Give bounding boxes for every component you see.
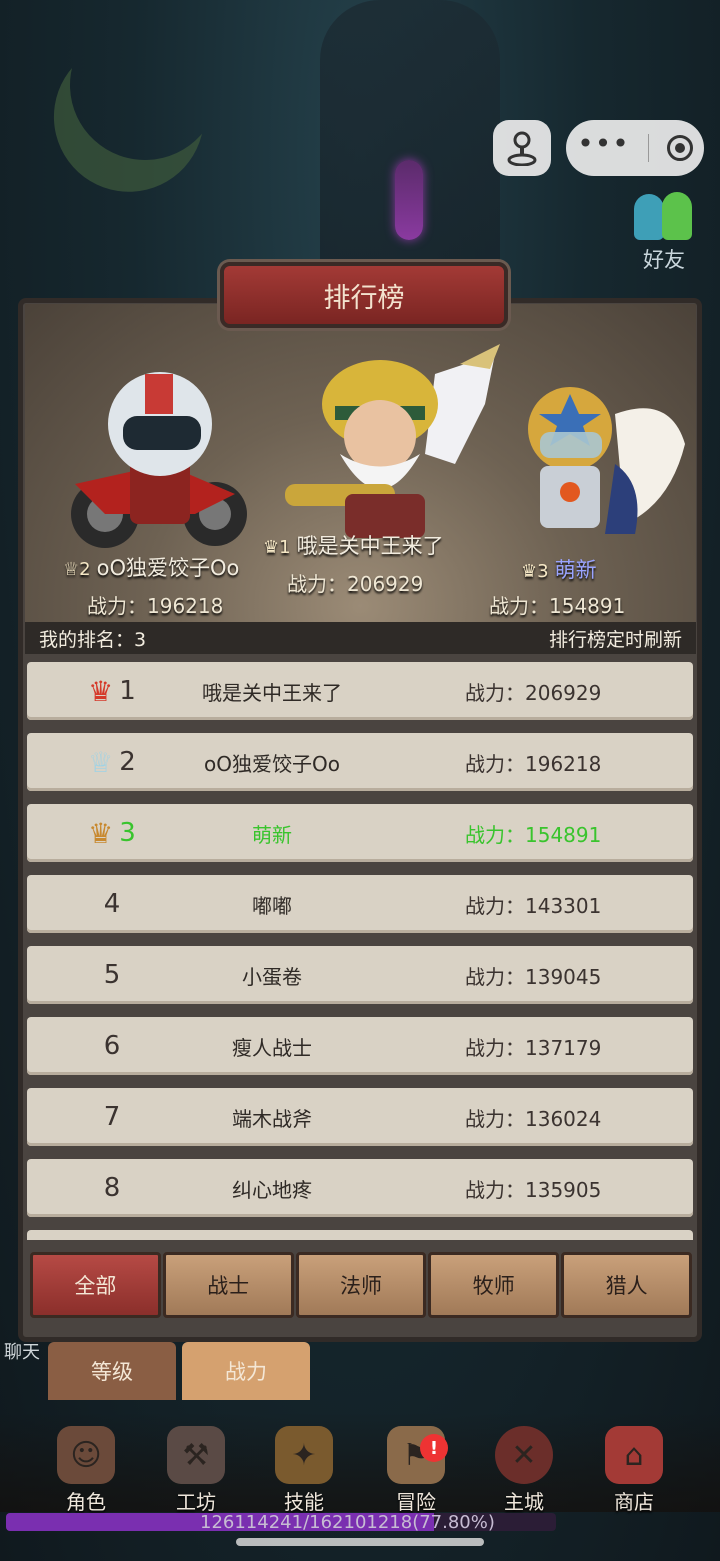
player-name: oO独爱饺子Oo: [204, 751, 340, 776]
sort-by-level[interactable]: 等级: [48, 1342, 176, 1400]
podium-third-name: ♛3 萌新: [521, 558, 597, 582]
moon-decoration: [45, 0, 244, 185]
player-power: 战力：206929: [465, 680, 602, 705]
third-place-character: [528, 387, 685, 534]
nav-shop[interactable]: ⌂ 商店: [584, 1412, 684, 1514]
rank-cell: 5: [103, 960, 121, 990]
crossed-swords-icon: ✕: [495, 1426, 553, 1484]
table-row[interactable]: ♛ 1 哦是关中王来了 战力：206929: [27, 662, 693, 720]
second-place-character: [71, 372, 247, 548]
table-row-partial[interactable]: [27, 1230, 693, 1240]
refresh-note: 排行榜定时刷新: [548, 628, 682, 651]
podium-second-power: 战力：196218: [87, 594, 224, 618]
tab-all[interactable]: 全部: [30, 1252, 161, 1318]
sort-tabs: 等级 战力: [48, 1342, 316, 1400]
sort-by-power[interactable]: 战力: [182, 1342, 310, 1400]
tab-hunter[interactable]: 猎人: [561, 1252, 692, 1318]
panel-title: 排行榜: [220, 262, 508, 328]
skill-book-icon: ✦: [275, 1426, 333, 1484]
class-tabs: 全部 战士 法师 牧师 猎人: [30, 1252, 692, 1318]
bottom-nav: ☺ 角色 ⚒ 工坊 ✦ 技能 ⚑ ! 冒险 ✕ 主城 ⌂ 商店: [0, 1412, 720, 1514]
my-rank-label: 我的排名：3: [39, 628, 147, 651]
silver-crown-icon: ♕2: [63, 559, 91, 580]
player-name: 嘟嘟: [252, 893, 292, 918]
player-name: 小蛋卷: [242, 964, 302, 989]
table-row[interactable]: 7 端木战斧 战力：136024: [27, 1088, 693, 1146]
rank-cell: 6: [103, 1031, 121, 1061]
bronze-crown-icon: ♛3: [521, 561, 549, 582]
podium-second-name: ♕2 oO独爱饺子Oo: [63, 556, 240, 580]
gold-crown-icon: ♛1: [263, 537, 291, 558]
nav-adventure[interactable]: ⚑ ! 冒险: [366, 1412, 466, 1514]
joystick-button[interactable]: [493, 120, 551, 176]
player-name: 瘦人战士: [232, 1035, 312, 1060]
player-name: 哦是关中王来了: [202, 680, 342, 705]
podium-third-power: 战力：154891: [489, 594, 626, 618]
tab-mage[interactable]: 法师: [295, 1252, 427, 1318]
first-place-character: [285, 344, 500, 538]
bronze-crown-icon: ♛: [88, 816, 114, 850]
my-rank-bar: 我的排名：3 排行榜定时刷新: [25, 622, 696, 654]
experience-text: 126114241/162101218(77.80%): [200, 1512, 495, 1533]
tab-warrior[interactable]: 战士: [162, 1252, 294, 1318]
player-power: 战力：143301: [465, 893, 602, 918]
podium: ♕2 oO独爱饺子Oo 战力：196218 ♛1 哦是关中王来了 战力：206929…: [25, 304, 696, 622]
nav-main-city[interactable]: ✕ 主城: [474, 1412, 574, 1514]
rank-cell: 4: [103, 889, 121, 919]
shop-icon: ⌂: [605, 1426, 663, 1484]
rank-cell: ♕ 2: [88, 745, 136, 779]
rank-cell: ♛ 3: [88, 816, 136, 850]
table-row[interactable]: 4 嘟嘟 战力：143301: [27, 875, 693, 933]
character-icon: ☺: [57, 1426, 115, 1484]
player-power: 战力：137179: [465, 1035, 602, 1060]
player-power: 战力：154891: [465, 822, 602, 847]
podium-first-name: ♛1 哦是关中王来了: [263, 534, 444, 558]
table-row[interactable]: ♕ 2 oO独爱饺子Oo 战力：196218: [27, 733, 693, 791]
player-name: 端木战斧: [232, 1106, 312, 1131]
nav-workshop[interactable]: ⚒ 工坊: [146, 1412, 246, 1514]
capsule-divider: [647, 134, 649, 162]
capsule-menu: •••: [566, 120, 704, 176]
friends-label: 好友: [643, 248, 685, 272]
more-icon[interactable]: •••: [577, 130, 630, 158]
home-indicator[interactable]: [236, 1538, 484, 1546]
friends-icon: [628, 190, 700, 242]
player-power: 战力：136024: [465, 1106, 602, 1131]
nav-character[interactable]: ☺ 角色: [36, 1412, 136, 1514]
player-name: 纠心地疼: [232, 1177, 312, 1202]
rank-cell: 8: [103, 1173, 121, 1203]
tab-priest[interactable]: 牧师: [428, 1252, 560, 1318]
silver-crown-icon: ♕: [88, 745, 114, 779]
joystick-icon: [507, 131, 537, 166]
anvil-icon: ⚒: [167, 1426, 225, 1484]
player-power: 战力：135905: [465, 1177, 602, 1202]
table-row-self[interactable]: ♛ 3 萌新 战力：154891: [27, 804, 693, 862]
ranking-list[interactable]: ♛ 1 哦是关中王来了 战力：206929 ♕ 2 oO独爱饺子Oo 战力：1962…: [25, 662, 696, 1240]
podium-first-power: 战力：206929: [287, 572, 424, 596]
nav-skills[interactable]: ✦ 技能: [254, 1412, 354, 1514]
rank-cell: 7: [103, 1102, 121, 1132]
tower-gem-decoration: [395, 160, 423, 240]
player-power: 战力：196218: [465, 751, 602, 776]
table-row[interactable]: 8 纠心地疼 战力：135905: [27, 1159, 693, 1217]
gold-crown-icon: ♛: [88, 674, 114, 708]
player-power: 战力：139045: [465, 964, 602, 989]
alert-badge: !: [420, 1434, 448, 1462]
close-miniprogram-icon[interactable]: [666, 135, 693, 161]
chat-side-label[interactable]: 聊天: [4, 1338, 40, 1364]
player-name: 萌新: [252, 822, 292, 847]
friends-button[interactable]: 好友: [628, 190, 700, 274]
table-row[interactable]: 5 小蛋卷 战力：139045: [27, 946, 693, 1004]
table-row[interactable]: 6 瘦人战士 战力：137179: [27, 1017, 693, 1075]
rank-cell: ♛ 1: [88, 674, 136, 708]
